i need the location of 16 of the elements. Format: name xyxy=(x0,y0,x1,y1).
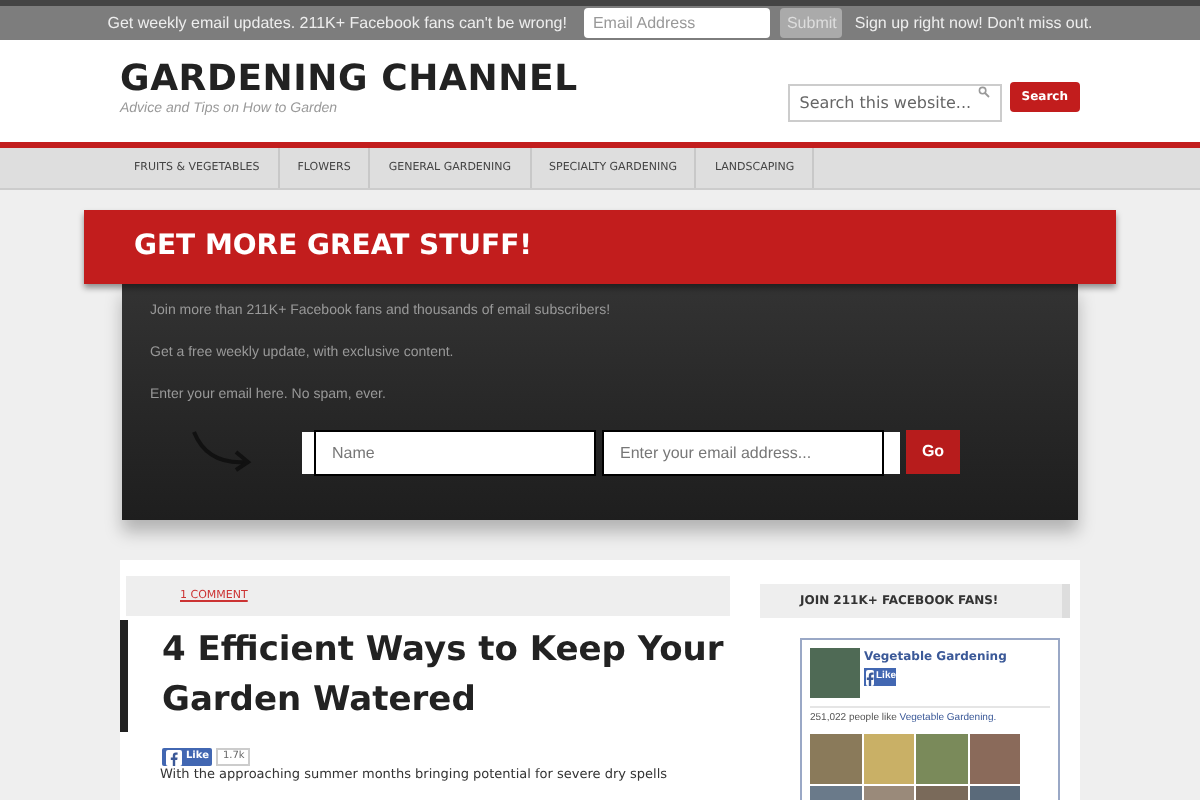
search-icon xyxy=(977,85,990,97)
email-field[interactable]: Email Address xyxy=(584,8,771,38)
page-thumbnail xyxy=(810,648,860,698)
top-bar-tagline: Sign up right now! Don't miss out. xyxy=(854,11,1093,35)
name-field[interactable]: Name xyxy=(314,429,596,475)
go-button[interactable]: Go xyxy=(906,430,960,474)
site-title[interactable]: GARDENING CHANNEL xyxy=(120,60,578,101)
facebook-icon xyxy=(866,669,874,685)
top-bar-message: Get weekly email updates. 211K+ Facebook fans can't be wrong! xyxy=(107,11,567,35)
email-field[interactable]: Enter your email address... xyxy=(602,429,884,475)
article-title[interactable]: 4 Efficient Ways to Keep Your Garden Watered xyxy=(162,626,730,726)
search-field[interactable]: Search this website... xyxy=(787,83,1002,121)
facebook-icon xyxy=(166,749,182,765)
field-edge-strip xyxy=(302,431,314,473)
field-edge-strip xyxy=(884,431,900,473)
optin-title: GET MORE GREAT STUFF! xyxy=(134,228,533,266)
